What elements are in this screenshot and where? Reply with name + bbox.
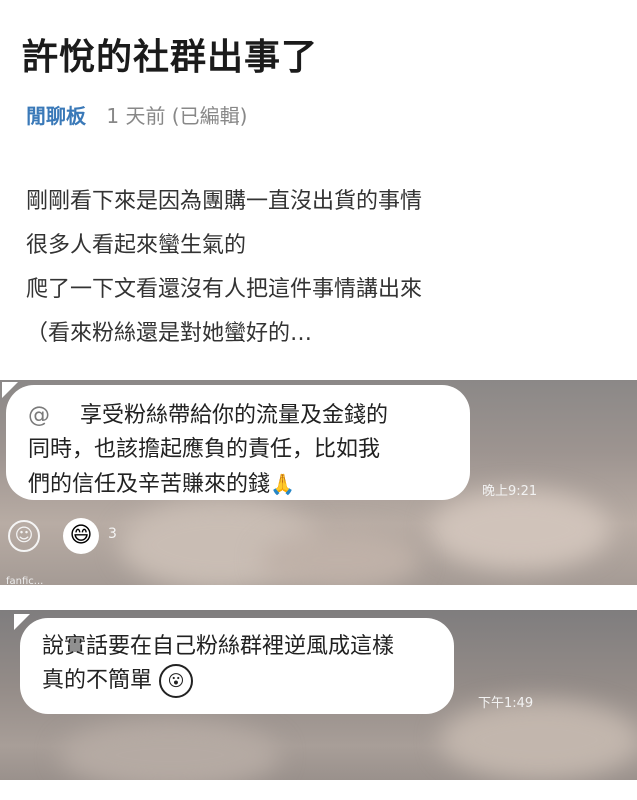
pray-emoji-icon: 🙏: [270, 472, 295, 496]
truncated-label: fanfic...: [6, 576, 44, 585]
body-line: 剛剛看下來是因為團購一直沒出貨的事情: [26, 189, 423, 214]
board-link[interactable]: 閒聊板: [26, 104, 86, 128]
message-timestamp: 晚上9:21: [482, 484, 538, 499]
body-line: 很多人看起來蠻生氣的: [26, 233, 247, 258]
body-line: （看來粉絲還是對她蠻好的…: [26, 321, 313, 346]
chat-bubble: 說實話要在自己粉絲群裡逆風成這樣 真的不簡單 😮: [20, 618, 454, 714]
mention: @: [28, 403, 50, 428]
body-line: 爬了一下文看還沒有人把這件事情講出來: [26, 277, 423, 302]
chat-screenshot-1: @ 享受粉絲帶給你的流量及金錢的 同時，也該擔起應負的責任，比如我 們的信任及辛苦…: [0, 380, 637, 585]
message-line: 同時，也該擔起應負的責任，比如我: [28, 437, 381, 462]
smile-icon[interactable]: ☺: [8, 520, 40, 552]
sticker-reaction-icon[interactable]: 😄: [63, 518, 99, 554]
post-title: 許悅的社群出事了: [22, 37, 319, 78]
post-meta: 閒聊板 1 天前 (已編輯): [26, 100, 247, 129]
chat-screenshot-2: 說實話要在自己粉絲群裡逆風成這樣 真的不簡單 😮 下午1:49: [0, 610, 637, 780]
message-line: 們的信任及辛苦賺來的錢: [28, 472, 271, 497]
post-time: 1 天前 (已編輯): [106, 104, 248, 128]
surprised-face-icon: 😮: [159, 664, 194, 698]
chat-bubble: @ 享受粉絲帶給你的流量及金錢的 同時，也該擔起應負的責任，比如我 們的信任及辛苦…: [6, 385, 470, 500]
reaction-count: 3: [108, 526, 117, 542]
message-line: 說實話要在自己粉絲群裡逆風成這樣: [42, 634, 395, 659]
post-body: 剛剛看下來是因為團購一直沒出貨的事情 很多人看起來蠻生氣的 爬了一下文看還沒有人…: [26, 180, 422, 356]
message-line: 真的不簡單: [42, 668, 153, 693]
message-line: 享受粉絲帶給你的流量及金錢的: [80, 403, 389, 428]
message-timestamp: 下午1:49: [478, 696, 534, 711]
